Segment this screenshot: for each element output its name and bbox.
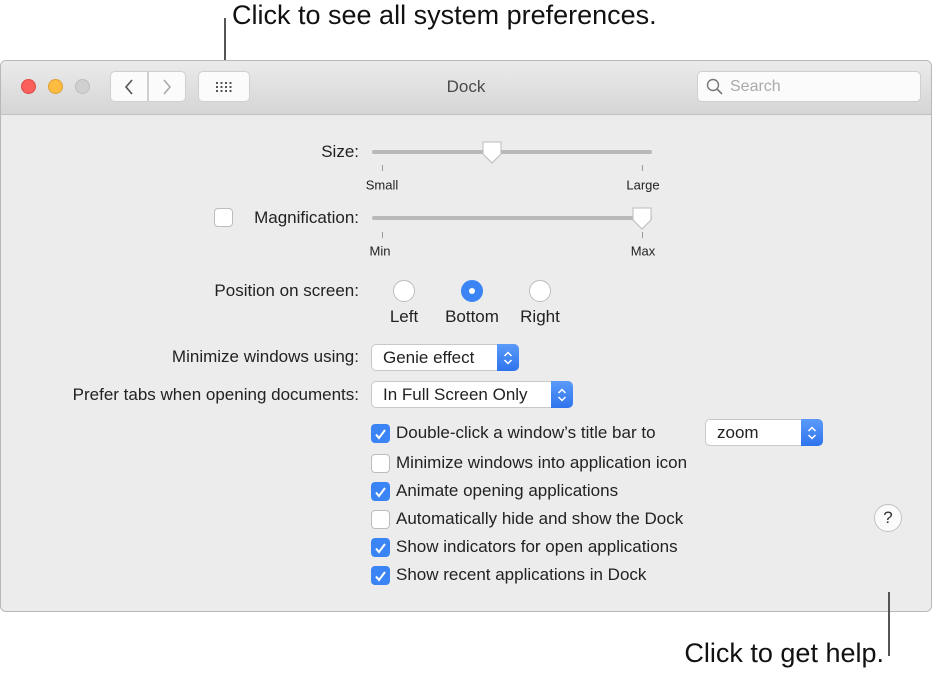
checkmark-icon: [375, 486, 386, 498]
magnification-max-label: Max: [630, 243, 656, 259]
callout-system-preferences: Click to see all system preferences.: [232, 0, 657, 30]
double-click-label: Double-click a window’s title bar to: [396, 423, 656, 442]
position-label: Position on screen:: [214, 281, 359, 300]
magnification-label: Magnification:: [254, 208, 359, 227]
option-checkbox[interactable]: [371, 566, 390, 585]
option-label: Show recent applications in Dock: [396, 565, 647, 584]
callout-line: [888, 592, 890, 656]
double-click-action-value: zoom: [717, 422, 759, 442]
up-down-arrows-icon: [497, 344, 519, 371]
slider-tick: [382, 165, 383, 171]
up-down-arrows-icon: [551, 381, 573, 408]
option-label: Show indicators for open applications: [396, 537, 678, 556]
double-click-checkbox[interactable]: [371, 424, 390, 443]
search-placeholder: Search: [730, 77, 781, 95]
size-slider-thumb[interactable]: [481, 141, 503, 165]
search-field[interactable]: Search: [697, 71, 921, 102]
slider-tick: [642, 165, 643, 171]
position-right-label: Right: [520, 307, 560, 326]
callout-help: Click to get help.: [684, 638, 884, 668]
option-label: Animate opening applications: [396, 481, 619, 500]
minimize-effect-value: Genie effect: [383, 347, 475, 367]
prefer-tabs-value: In Full Screen Only: [383, 384, 528, 404]
slider-tick: [642, 232, 643, 238]
size-max-label: Large: [626, 177, 660, 193]
option-label: Automatically hide and show the Dock: [396, 509, 684, 528]
magnification-checkbox[interactable]: [214, 208, 233, 227]
position-bottom-label: Bottom: [445, 307, 499, 326]
option-checkbox[interactable]: [371, 454, 390, 473]
size-label: Size:: [321, 142, 359, 161]
size-min-label: Small: [365, 177, 399, 193]
position-bottom-radio[interactable]: [461, 280, 483, 302]
help-button[interactable]: ?: [874, 504, 902, 532]
magnification-slider[interactable]: [372, 216, 652, 220]
prefer-tabs-label: Prefer tabs when opening documents:: [72, 385, 359, 404]
prefer-tabs-popup[interactable]: In Full Screen Only: [371, 381, 573, 408]
minimize-label: Minimize windows using:: [171, 347, 359, 366]
magnification-min-label: Min: [369, 243, 391, 259]
option-checkbox[interactable]: [371, 482, 390, 501]
checkmark-icon: [375, 570, 386, 582]
dock-preferences-window: Dock Search: [0, 60, 932, 612]
minimize-effect-popup[interactable]: Genie effect: [371, 344, 519, 371]
checkmark-icon: [375, 428, 386, 440]
up-down-arrows-icon: [801, 419, 823, 446]
title-bar: Dock Search: [1, 61, 931, 115]
help-icon: ?: [883, 508, 893, 527]
checkmark-icon: [375, 542, 386, 554]
option-label: Minimize windows into application icon: [396, 453, 688, 472]
magnification-slider-thumb[interactable]: [631, 207, 653, 231]
option-checkbox[interactable]: [371, 510, 390, 529]
position-left-label: Left: [389, 307, 419, 326]
option-checkbox[interactable]: [371, 538, 390, 557]
size-slider[interactable]: [372, 150, 652, 154]
search-icon: [706, 78, 723, 95]
double-click-action-popup[interactable]: zoom: [705, 419, 823, 446]
slider-tick: [382, 232, 383, 238]
position-left-radio[interactable]: [393, 280, 415, 302]
position-right-radio[interactable]: [529, 280, 551, 302]
